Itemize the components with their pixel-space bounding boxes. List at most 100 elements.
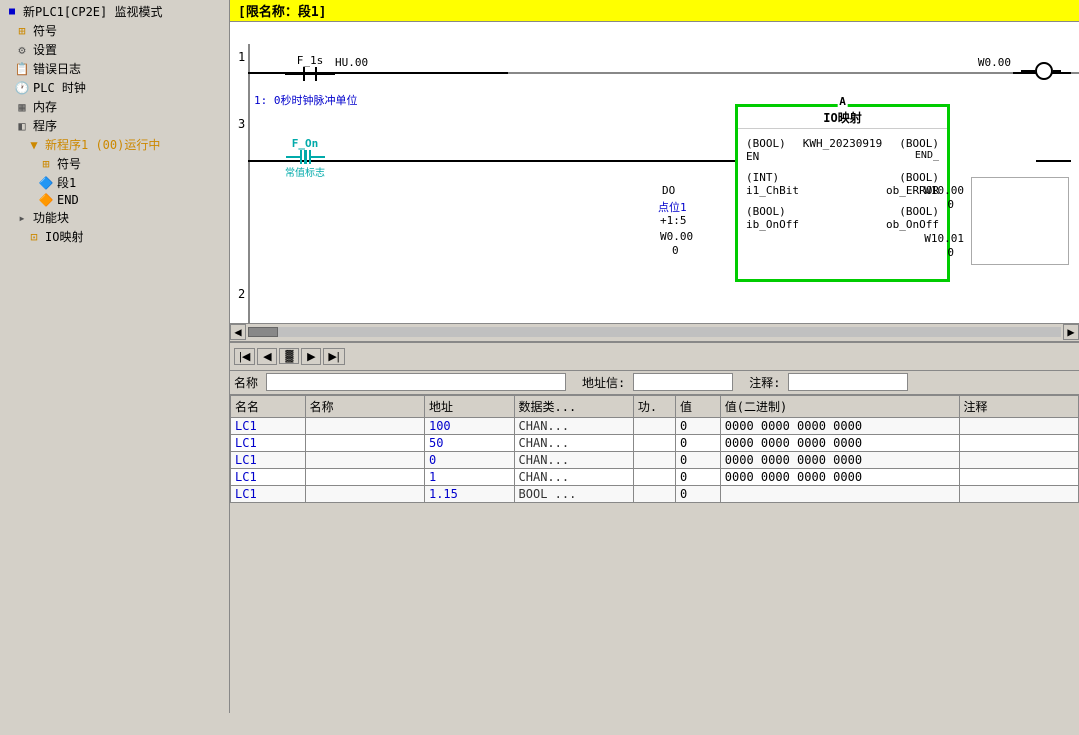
io-bool-ib: (BOOL) xyxy=(746,205,786,218)
table-row[interactable]: LC11.15BOOL ...0 xyxy=(231,485,1079,502)
sidebar-item-errorlog[interactable]: 📋 错误日志 xyxy=(2,59,227,78)
title-text: [限名称：段1] xyxy=(238,1,326,20)
ladder-area[interactable]: 1 F_1s xyxy=(230,22,1079,343)
scrollbar-area[interactable]: ◀ ▶ xyxy=(230,323,1079,341)
empty-box xyxy=(971,177,1069,265)
plc-icon: ■ xyxy=(4,5,20,19)
toolbar-btn-4[interactable]: ▶| xyxy=(323,348,344,365)
io-row-chbit: i1_ChBit ob_ERROR xyxy=(746,184,939,197)
io-bool-ob: (BOOL) xyxy=(899,205,939,218)
toolbar-buttons: |◀ ◀ ▓ ▶ ▶| xyxy=(234,348,345,365)
io-block[interactable]: A IO映射 (BOOL) KWH_20230919 (BOOL) EN END… xyxy=(735,104,950,282)
hu00-label: HU.00 xyxy=(335,56,368,69)
seg-icon: 🔷 xyxy=(38,176,54,190)
scrollbar-thumb[interactable] xyxy=(248,327,278,337)
note-label: 注释: xyxy=(749,374,780,391)
zero-rung: 0 xyxy=(672,244,679,257)
ladder-canvas: 1 F_1s xyxy=(230,22,1079,341)
io-ob-error: (BOOL) xyxy=(899,171,939,184)
col-header-name: 名称 xyxy=(305,395,424,417)
sidebar-item-plc[interactable]: ■ 新PLC1[CP2E] 监视模式 xyxy=(2,2,227,21)
io-row-onoff: (BOOL) (BOOL) xyxy=(746,205,939,218)
left-bus xyxy=(248,44,250,343)
addr-input[interactable] xyxy=(633,373,733,391)
sidebar-item-seg1[interactable]: 🔷 段1 xyxy=(2,173,227,192)
toolbar-btn-2[interactable]: ◀ xyxy=(257,348,277,365)
sidebar-item-symbol2[interactable]: ⊞ 符号 xyxy=(2,154,227,173)
io-ib-onoff: ib_OnOff xyxy=(746,218,799,231)
col-header-val: 值 xyxy=(676,395,721,417)
end-icon: 🔶 xyxy=(38,193,54,207)
sidebar-item-label: 符号 xyxy=(33,22,57,39)
rung2-num-label: 2 xyxy=(238,287,245,301)
sidebar-item-label: 内存 xyxy=(33,98,57,115)
table-row[interactable]: LC1100CHAN...00000 0000 0000 0000 xyxy=(231,417,1079,434)
sidebar-item-label: 段1 xyxy=(57,174,76,191)
rung1-comment: 1: 0秒时钟脉冲单位 xyxy=(254,92,358,108)
clock-icon: 🕐 xyxy=(14,81,30,95)
sidebar-item-end[interactable]: 🔶 END xyxy=(2,192,227,208)
col-header-note: 注释 xyxy=(959,395,1078,417)
fon-symbol xyxy=(286,150,325,164)
addr-label: 地址信: xyxy=(582,374,625,391)
table-row[interactable]: LC11CHAN...00000 0000 0000 0000 xyxy=(231,468,1079,485)
func-icon: ▸ xyxy=(14,211,30,225)
table-row[interactable]: LC150CHAN...00000 0000 0000 0000 xyxy=(231,434,1079,451)
output-coil[interactable] xyxy=(1021,62,1061,80)
scroll-left-btn[interactable]: ◀ xyxy=(230,324,246,340)
sidebar-item-label: 设置 xyxy=(33,41,57,58)
io-label-a: A xyxy=(837,95,848,108)
toolbar-btn-3[interactable]: ▶ xyxy=(301,348,321,365)
symbol2-icon: ⊞ xyxy=(38,157,54,171)
content-area: [限名称：段1] 1 F_1s xyxy=(230,0,1079,713)
gear-icon: ⚙ xyxy=(14,43,30,57)
sidebar-item-funcblock[interactable]: ▸ 功能块 xyxy=(2,208,227,227)
watch-tbody: LC1100CHAN...00000 0000 0000 0000LC150CH… xyxy=(231,417,1079,502)
col-header-addr: 地址 xyxy=(424,395,514,417)
col-header-dtype: 数据类... xyxy=(514,395,633,417)
memory-icon: ▦ xyxy=(14,100,30,114)
toolbar-btn-scroll[interactable]: ▓ xyxy=(279,348,299,364)
sidebar-item-label: 新PLC1[CP2E] 监视模式 xyxy=(23,3,162,20)
io-row-int: (INT) (BOOL) xyxy=(746,171,939,184)
table-header-row: 名名 名称 地址 数据类... 功. 值 值(二进制) 注释 xyxy=(231,395,1079,417)
col-header-plc: 名名 xyxy=(231,395,306,417)
sidebar-item-settings[interactable]: ⚙ 设置 xyxy=(2,40,227,59)
sidebar-item-memory[interactable]: ▦ 内存 xyxy=(2,97,227,116)
plus115-label: +1:5 xyxy=(660,214,687,227)
pos1-label[interactable]: 点位1 xyxy=(658,199,687,215)
f1s-symbol xyxy=(285,67,335,81)
col-header-binval: 值(二进制) xyxy=(720,395,959,417)
io-block-body: (BOOL) KWH_20230919 (BOOL) EN END_ (INT)… xyxy=(738,129,947,235)
w1000-label: W10.00 xyxy=(924,184,964,197)
sidebar-item-label: 错误日志 xyxy=(33,60,81,77)
scrollbar-track[interactable] xyxy=(248,327,1061,337)
io-end2: END_ xyxy=(915,150,939,163)
w1001-val: 0 xyxy=(947,246,954,259)
search-input[interactable] xyxy=(266,373,566,391)
io-chbit-label: i1_ChBit xyxy=(746,184,799,197)
sidebar-item-newprog[interactable]: ▼ 新程序1 (00)运行中 xyxy=(2,135,227,154)
io-int-label: (INT) xyxy=(746,171,779,184)
sidebar-item-program[interactable]: ◧ 程序 xyxy=(2,116,227,135)
note-input[interactable] xyxy=(788,373,908,391)
table-row[interactable]: LC10CHAN...00000 0000 0000 0000 xyxy=(231,451,1079,468)
w000-output-label: W0.00 xyxy=(978,56,1011,69)
f1s-label: F_1s xyxy=(297,54,324,67)
fon-contact[interactable]: F_On 常值标志 xyxy=(285,137,325,179)
sidebar-item-iomap[interactable]: ⊡ IO映射 xyxy=(2,227,227,246)
scroll-right-btn[interactable]: ▶ xyxy=(1063,324,1079,340)
sidebar-item-label: 新程序1 (00)运行中 xyxy=(45,136,160,153)
symbol-icon: ⊞ xyxy=(14,24,30,38)
sidebar-item-label: END xyxy=(57,193,79,207)
fon-sublabel: 常值标志 xyxy=(285,164,325,179)
f1s-contact[interactable]: F_1s xyxy=(285,54,335,81)
toolbar-btn-1[interactable]: |◀ xyxy=(234,348,255,365)
col-header-func: 功. xyxy=(633,395,675,417)
io-en-label: EN xyxy=(746,150,759,163)
sidebar-item-label: 程序 xyxy=(33,117,57,134)
sidebar-item-plctimer[interactable]: 🕐 PLC 时钟 xyxy=(2,78,227,97)
io-ob-onoff: ob_OnOff xyxy=(886,218,939,231)
sidebar-item-symbol[interactable]: ⊞ 符号 xyxy=(2,21,227,40)
io-kwh: KWH_20230919 xyxy=(803,137,882,150)
